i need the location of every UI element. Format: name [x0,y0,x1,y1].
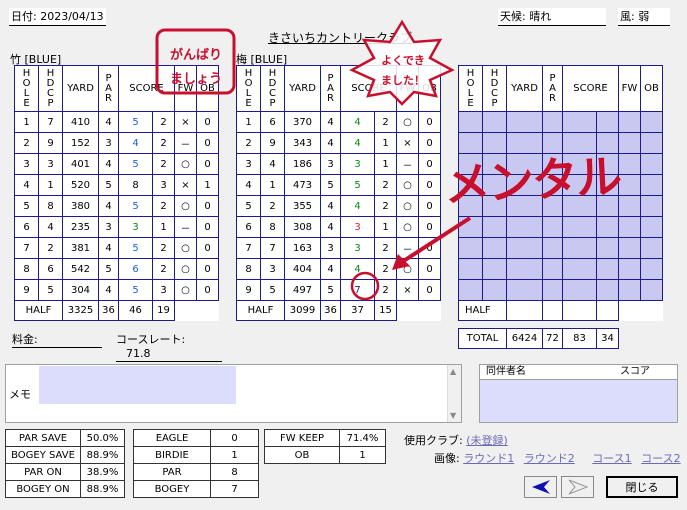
ganbari-text-line2: ましょう [169,72,222,87]
yokudeki-text-line2: ました！ [381,74,425,87]
ganbari-text-line1: がんばり [169,48,222,63]
annotation-overlay [155,19,472,301]
score-highlight-circle [350,271,380,301]
yokudeki-text-line1: よくでき [381,54,425,67]
arrow-line-shape [400,216,472,264]
